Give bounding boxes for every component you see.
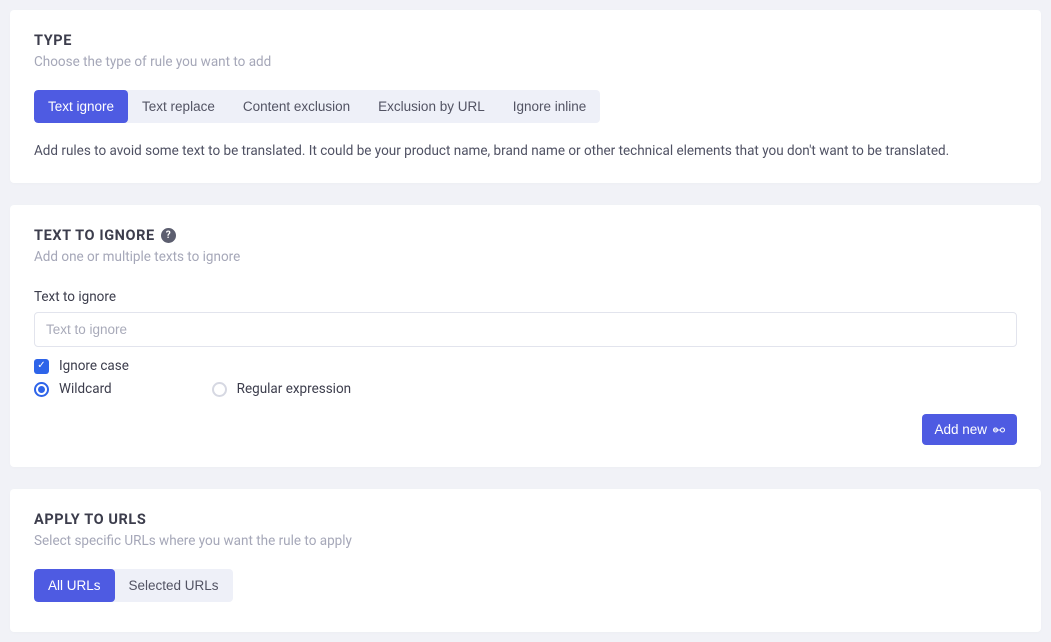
link-icon [993, 426, 1005, 434]
text-to-ignore-card: TEXT TO IGNORE ? Add one or multiple tex… [10, 205, 1041, 467]
text-to-ignore-input[interactable] [34, 312, 1017, 347]
ignore-case-checkbox[interactable]: ✓ [34, 359, 49, 374]
urls-tabs: All URLs Selected URLs [34, 569, 233, 602]
add-new-label: Add new [934, 422, 987, 437]
regex-radio[interactable] [212, 382, 227, 397]
text-to-ignore-label: Text to ignore [34, 289, 1017, 305]
tab-selected-urls[interactable]: Selected URLs [115, 569, 233, 602]
radio-dot-icon [38, 386, 45, 393]
tab-text-replace[interactable]: Text replace [128, 90, 229, 123]
urls-heading: APPLY TO URLS [34, 511, 1017, 528]
tab-all-urls[interactable]: All URLs [34, 569, 115, 602]
ignore-heading: TEXT TO IGNORE [34, 227, 155, 244]
type-tabs: Text ignore Text replace Content exclusi… [34, 90, 600, 123]
help-icon[interactable]: ? [161, 228, 176, 243]
type-subtext: Choose the type of rule you want to add [34, 54, 1017, 70]
type-card: TYPE Choose the type of rule you want to… [10, 10, 1041, 183]
add-new-button[interactable]: Add new [922, 414, 1017, 445]
tab-text-ignore[interactable]: Text ignore [34, 90, 128, 123]
check-icon: ✓ [37, 361, 45, 371]
apply-to-urls-card: APPLY TO URLS Select specific URLs where… [10, 489, 1041, 632]
tab-exclusion-by-url[interactable]: Exclusion by URL [364, 90, 499, 123]
wildcard-radio[interactable] [34, 382, 49, 397]
ignore-subtext: Add one or multiple texts to ignore [34, 249, 1017, 265]
tab-content-exclusion[interactable]: Content exclusion [229, 90, 364, 123]
type-heading: TYPE [34, 32, 1017, 49]
type-description: Add rules to avoid some text to be trans… [34, 141, 1017, 161]
regex-label: Regular expression [237, 381, 351, 397]
urls-subtext: Select specific URLs where you want the … [34, 533, 1017, 549]
wildcard-label: Wildcard [59, 381, 112, 397]
tab-ignore-inline[interactable]: Ignore inline [499, 90, 601, 123]
ignore-case-label: Ignore case [59, 358, 129, 374]
